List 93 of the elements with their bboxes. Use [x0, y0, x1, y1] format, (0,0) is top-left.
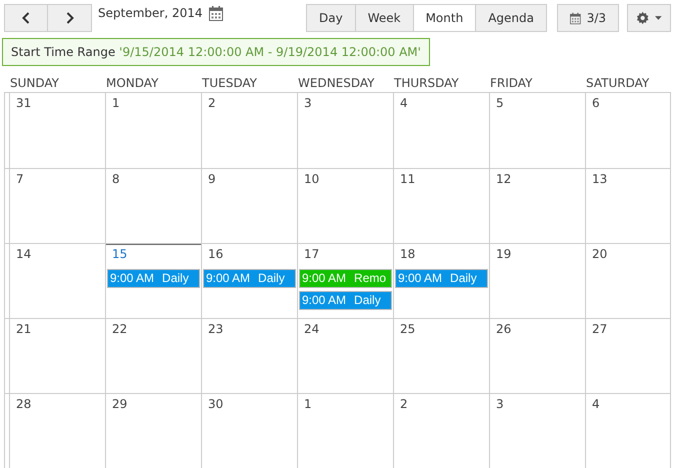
weekday-header: SUNDAY — [9, 75, 60, 92]
filter-label: Start Time Range — [11, 45, 116, 59]
day-number: 14 — [15, 247, 32, 263]
settings-icon — [636, 11, 650, 25]
day-number: 31 — [15, 96, 32, 112]
next-button[interactable] — [48, 4, 92, 32]
day-number: 6 — [591, 96, 601, 112]
day-number: 27 — [591, 322, 608, 338]
weekday-header: WEDNESDAY — [297, 75, 376, 92]
day-cell[interactable]: 25 — [394, 319, 490, 393]
day-number: 28 — [15, 397, 32, 413]
month-title: September, 2014 — [98, 6, 202, 20]
day-number: 29 — [111, 397, 128, 413]
day-cell[interactable]: 13 — [586, 169, 670, 243]
day-cell[interactable]: 12 — [490, 169, 586, 243]
day-cell[interactable]: 1 — [298, 394, 394, 468]
day-number: 5 — [495, 96, 505, 112]
day-cell[interactable]: 18 9:00 AM Daily — [394, 244, 490, 318]
weekday-header: SATURDAY — [585, 75, 650, 92]
day-number: 11 — [399, 172, 416, 188]
day-cell[interactable]: 20 — [586, 244, 670, 318]
weekday-header: FRIDAY — [489, 75, 534, 92]
day-number: 23 — [207, 322, 224, 338]
calendar-icon — [208, 6, 222, 20]
weekday-header: TUESDAY — [201, 75, 258, 92]
day-cell[interactable]: 9 — [202, 169, 298, 243]
day-number: 26 — [495, 322, 512, 338]
day-number: 7 — [15, 172, 25, 188]
day-cell[interactable]: 14 — [10, 244, 106, 318]
day-number: 16 — [207, 247, 224, 263]
day-number: 25 — [399, 322, 416, 338]
filter-value: '9/15/2014 12:00:00 AM - 9/19/2014 12:00:00 AM' — [119, 45, 421, 59]
day-number: 19 — [495, 247, 512, 263]
day-cell[interactable]: 5 — [490, 93, 586, 168]
day-number: 12 — [495, 172, 512, 188]
day-cell[interactable]: 4 — [394, 93, 490, 168]
day-cell[interactable]: 23 — [202, 319, 298, 393]
day-number: 3 — [495, 397, 505, 413]
day-cell[interactable]: 16 9:00 AM Daily — [202, 244, 298, 318]
day-number: 9 — [207, 172, 217, 188]
day-cell[interactable]: 2 — [394, 394, 490, 468]
settings-button[interactable] — [627, 4, 671, 32]
day-cell[interactable]: 7 — [10, 169, 106, 243]
day-cell[interactable]: 4 — [586, 394, 670, 468]
day-cell[interactable]: 1 — [106, 93, 202, 168]
day-cell[interactable]: 6 — [586, 93, 670, 168]
chevron-left-icon — [22, 12, 30, 24]
day-number: 30 — [207, 397, 224, 413]
day-cell[interactable]: 15 9:00 AM Daily — [106, 244, 202, 318]
day-number: 20 — [591, 247, 608, 263]
chevron-right-icon — [66, 12, 74, 24]
day-cell[interactable]: 31 — [10, 93, 106, 168]
calendar-icon — [570, 10, 581, 26]
day-cell[interactable]: 27 — [586, 319, 670, 393]
day-cell[interactable]: 2 — [202, 93, 298, 168]
day-number: 17 — [303, 247, 320, 263]
day-number: 3 — [303, 96, 313, 112]
day-cell[interactable]: 30 — [202, 394, 298, 468]
day-number: 1 — [303, 397, 313, 413]
caret-icon — [655, 16, 662, 20]
day-cell[interactable]: 3 — [298, 93, 394, 168]
day-cell[interactable]: 21 — [10, 319, 106, 393]
day-number: 1 — [111, 96, 121, 112]
day-cell[interactable]: 3 — [490, 394, 586, 468]
day-number: 21 — [15, 322, 32, 338]
view-tab[interactable]: Week — [356, 4, 414, 32]
day-number: 8 — [111, 172, 121, 188]
day-cell[interactable]: 8 — [106, 169, 202, 243]
day-cell[interactable]: 26 — [490, 319, 586, 393]
weekday-header: MONDAY — [105, 75, 160, 92]
day-cell[interactable]: 29 — [106, 394, 202, 468]
day-number: 15 — [111, 247, 128, 263]
day-cell[interactable]: 11 — [394, 169, 490, 243]
day-cell[interactable]: 19 — [490, 244, 586, 318]
day-cell[interactable]: 22 — [106, 319, 202, 393]
previous-button[interactable] — [4, 4, 48, 32]
day-number: 2 — [207, 96, 217, 112]
view-tab[interactable]: Month — [414, 4, 476, 32]
day-number: 4 — [591, 397, 601, 413]
day-cell[interactable]: 28 — [10, 394, 106, 468]
day-cell[interactable]: 10 — [298, 169, 394, 243]
view-tab[interactable]: Agenda — [476, 4, 547, 32]
view-tab[interactable]: Day — [306, 4, 356, 32]
day-number: 24 — [303, 322, 320, 338]
day-number: 10 — [303, 172, 320, 188]
day-cell[interactable]: 24 — [298, 319, 394, 393]
day-number: 22 — [111, 322, 128, 338]
day-number: 2 — [399, 397, 409, 413]
day-number: 13 — [591, 172, 608, 188]
weekday-header: THURSDAY — [393, 75, 460, 92]
day-number: 4 — [399, 96, 409, 112]
day-number: 18 — [399, 247, 416, 263]
calendars-button[interactable]: 3/3 — [557, 4, 619, 32]
